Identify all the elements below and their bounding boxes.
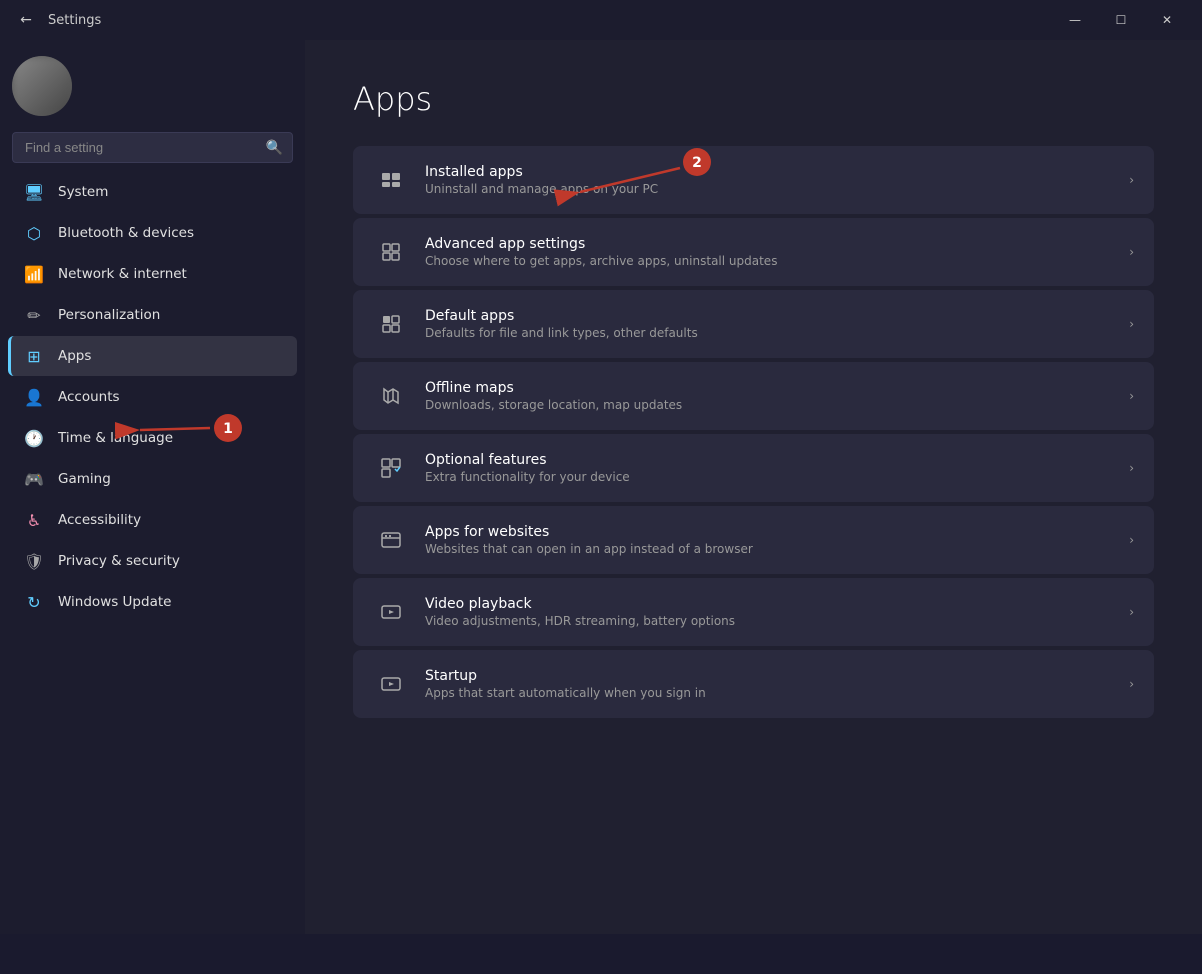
optional-features-description: Extra functionality for your device	[425, 470, 1117, 484]
settings-list: Installed apps Uninstall and manage apps …	[353, 146, 1154, 718]
offline-maps-icon	[373, 378, 409, 414]
minimize-button[interactable]: —	[1052, 4, 1098, 36]
chevron-right-icon: ›	[1129, 317, 1134, 331]
sidebar-item-personalization[interactable]: ✏ Personalization	[8, 295, 297, 335]
personalization-icon: ✏	[24, 305, 44, 325]
update-icon: ↻	[24, 592, 44, 612]
sidebar-item-update[interactable]: ↻ Windows Update	[8, 582, 297, 622]
offline-maps-title: Offline maps	[425, 380, 1117, 396]
startup-text: Startup Apps that start automatically whe…	[425, 668, 1117, 700]
sidebar-item-label-personalization: Personalization	[58, 307, 160, 323]
sidebar-item-label-time: Time & language	[58, 430, 173, 446]
privacy-icon: 🛡	[24, 551, 44, 571]
installed-apps-icon	[373, 162, 409, 198]
settings-item-default-apps[interactable]: Default apps Defaults for file and link t…	[353, 290, 1154, 358]
settings-item-startup[interactable]: Startup Apps that start automatically whe…	[353, 650, 1154, 718]
sidebar-item-bluetooth[interactable]: ⬡ Bluetooth & devices	[8, 213, 297, 253]
advanced-app-settings-icon	[373, 234, 409, 270]
installed-apps-title: Installed apps	[425, 164, 1117, 180]
settings-item-offline-maps[interactable]: Offline maps Downloads, storage location,…	[353, 362, 1154, 430]
video-playback-icon	[373, 594, 409, 630]
avatar-area	[0, 40, 305, 128]
sidebar-item-time[interactable]: 🕐 Time & language	[8, 418, 297, 458]
back-button[interactable]: ←	[12, 6, 40, 34]
accessibility-icon: ♿	[24, 510, 44, 530]
default-apps-icon	[373, 306, 409, 342]
app-title: Settings	[48, 13, 1052, 28]
advanced-app-settings-description: Choose where to get apps, archive apps, …	[425, 254, 1117, 268]
nav-list: 🖥 System ⬡ Bluetooth & devices 📶 Network & in…	[0, 171, 305, 623]
window-controls: — ☐ ✕	[1052, 4, 1190, 36]
network-icon: 📶	[24, 264, 44, 284]
apps-icon: ⊞	[24, 346, 44, 366]
apps-for-websites-icon	[373, 522, 409, 558]
close-button[interactable]: ✕	[1144, 4, 1190, 36]
chevron-right-icon: ›	[1129, 533, 1134, 547]
advanced-app-settings-text: Advanced app settings Choose where to get…	[425, 236, 1117, 268]
accounts-icon: 👤	[24, 387, 44, 407]
sidebar-item-accounts[interactable]: 👤 Accounts	[8, 377, 297, 417]
sidebar-item-gaming[interactable]: 🎮 Gaming	[8, 459, 297, 499]
default-apps-description: Defaults for file and link types, other …	[425, 326, 1117, 340]
optional-features-icon	[373, 450, 409, 486]
chevron-right-icon: ›	[1129, 461, 1134, 475]
sidebar-item-label-privacy: Privacy & security	[58, 553, 180, 569]
sidebar-item-label-system: System	[58, 184, 108, 200]
settings-item-advanced-app-settings[interactable]: Advanced app settings Choose where to get…	[353, 218, 1154, 286]
settings-item-installed-apps[interactable]: Installed apps Uninstall and manage apps …	[353, 146, 1154, 214]
startup-icon	[373, 666, 409, 702]
sidebar-item-apps[interactable]: ⊞ Apps	[8, 336, 297, 376]
sidebar-item-label-network: Network & internet	[58, 266, 187, 282]
default-apps-text: Default apps Defaults for file and link t…	[425, 308, 1117, 340]
optional-features-text: Optional features Extra functionality for…	[425, 452, 1117, 484]
settings-item-optional-features[interactable]: Optional features Extra functionality for…	[353, 434, 1154, 502]
settings-item-video-playback[interactable]: Video playback Video adjustments, HDR str…	[353, 578, 1154, 646]
optional-features-title: Optional features	[425, 452, 1117, 468]
sidebar-item-network[interactable]: 📶 Network & internet	[8, 254, 297, 294]
chevron-right-icon: ›	[1129, 173, 1134, 187]
settings-item-apps-for-websites[interactable]: Apps for websites Websites that can open …	[353, 506, 1154, 574]
apps-for-websites-title: Apps for websites	[425, 524, 1117, 540]
default-apps-title: Default apps	[425, 308, 1117, 324]
video-playback-text: Video playback Video adjustments, HDR str…	[425, 596, 1117, 628]
offline-maps-description: Downloads, storage location, map updates	[425, 398, 1117, 412]
system-icon: 🖥	[24, 182, 44, 202]
gaming-icon: 🎮	[24, 469, 44, 489]
chevron-right-icon: ›	[1129, 677, 1134, 691]
sidebar-item-label-bluetooth: Bluetooth & devices	[58, 225, 194, 241]
installed-apps-description: Uninstall and manage apps on your PC	[425, 182, 1117, 196]
sidebar-item-system[interactable]: 🖥 System	[8, 172, 297, 212]
search-input[interactable]	[12, 132, 293, 163]
sidebar-item-label-apps: Apps	[58, 348, 91, 364]
startup-title: Startup	[425, 668, 1117, 684]
apps-for-websites-description: Websites that can open in an app instead…	[425, 542, 1117, 556]
chevron-right-icon: ›	[1129, 245, 1134, 259]
apps-for-websites-text: Apps for websites Websites that can open …	[425, 524, 1117, 556]
bluetooth-icon: ⬡	[24, 223, 44, 243]
video-playback-title: Video playback	[425, 596, 1117, 612]
sidebar-item-label-accounts: Accounts	[58, 389, 120, 405]
offline-maps-text: Offline maps Downloads, storage location,…	[425, 380, 1117, 412]
sidebar-item-label-update: Windows Update	[58, 594, 171, 610]
sidebar-item-privacy[interactable]: 🛡 Privacy & security	[8, 541, 297, 581]
sidebar-item-label-gaming: Gaming	[58, 471, 111, 487]
sidebar-item-label-accessibility: Accessibility	[58, 512, 141, 528]
video-playback-description: Video adjustments, HDR streaming, batter…	[425, 614, 1117, 628]
app-container: 🔍 🖥 System ⬡ Bluetooth & devices 📶 Network & …	[0, 40, 1202, 934]
maximize-button[interactable]: ☐	[1098, 4, 1144, 36]
avatar	[12, 56, 72, 116]
titlebar: ← Settings — ☐ ✕	[0, 0, 1202, 40]
time-icon: 🕐	[24, 428, 44, 448]
sidebar-item-accessibility[interactable]: ♿ Accessibility	[8, 500, 297, 540]
search-icon: 🔍	[266, 140, 283, 156]
search-box: 🔍	[12, 132, 293, 163]
startup-description: Apps that start automatically when you s…	[425, 686, 1117, 700]
sidebar: 🔍 🖥 System ⬡ Bluetooth & devices 📶 Network & …	[0, 40, 305, 934]
installed-apps-text: Installed apps Uninstall and manage apps …	[425, 164, 1117, 196]
chevron-right-icon: ›	[1129, 605, 1134, 619]
page-title: Apps	[353, 80, 1154, 118]
main-content: Apps Installed apps Uninstall and manage …	[305, 40, 1202, 934]
advanced-app-settings-title: Advanced app settings	[425, 236, 1117, 252]
chevron-right-icon: ›	[1129, 389, 1134, 403]
